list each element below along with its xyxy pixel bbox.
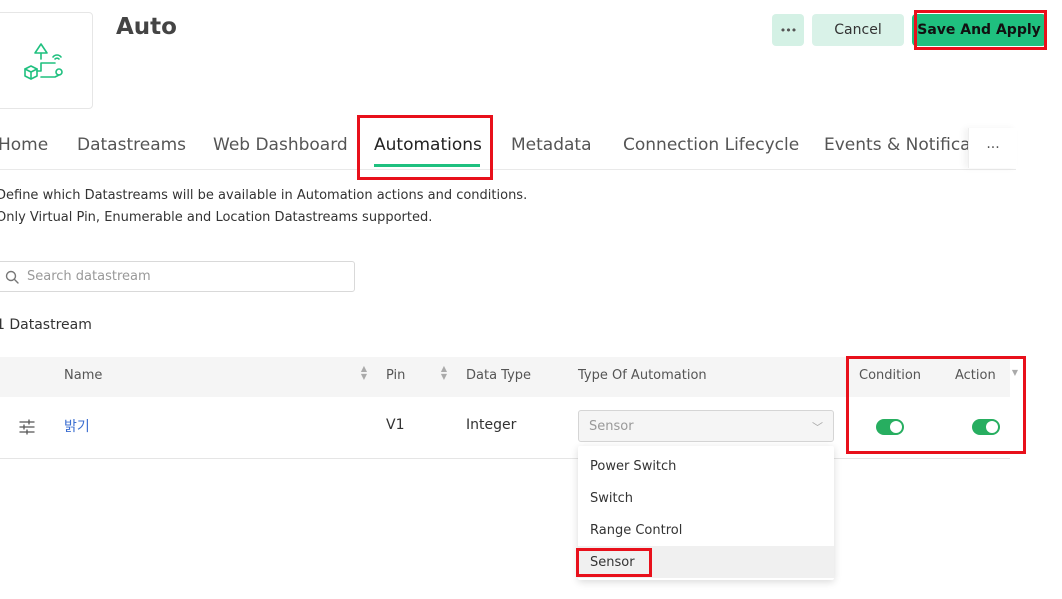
option-sensor[interactable]: Sensor — [578, 546, 834, 578]
datastream-name-link[interactable]: 밝기 — [64, 416, 90, 436]
action-toggle[interactable] — [972, 419, 1000, 435]
table-row: 밝기 V1 Integer Sensor ﹀ — [0, 397, 1010, 459]
column-header-action: Action — [955, 368, 996, 383]
search-input[interactable] — [25, 268, 329, 285]
type-of-automation-select[interactable]: Sensor ﹀ — [578, 410, 834, 442]
sliders-icon — [19, 419, 35, 435]
tab-datastreams[interactable]: Datastreams — [77, 135, 186, 155]
option-switch[interactable]: Switch — [578, 482, 834, 514]
option-power-switch[interactable]: Power Switch — [578, 450, 834, 482]
page-title: Auto — [116, 14, 177, 40]
tab-automations[interactable]: Automations — [374, 135, 482, 155]
condition-toggle[interactable] — [876, 419, 904, 435]
tab-home[interactable]: Home — [0, 135, 48, 155]
search-icon — [5, 270, 19, 284]
datastream-pin: V1 — [386, 417, 405, 433]
tab-events-notifications[interactable]: Events & Notificat — [824, 135, 977, 155]
filter-icon[interactable]: ▼ — [1011, 369, 1019, 377]
tabs-more-button[interactable]: ··· — [968, 128, 1017, 168]
column-header-type-of-automation: Type Of Automation — [578, 368, 707, 383]
select-value: Sensor — [589, 418, 634, 434]
product-automation-icon — [24, 43, 63, 80]
tab-bar: Home Datastreams Web Dashboard Automatio… — [0, 128, 1017, 170]
tab-metadata[interactable]: Metadata — [511, 135, 592, 155]
product-image[interactable] — [0, 12, 93, 109]
sort-pin-icon[interactable]: ▲ ▼ — [440, 365, 448, 381]
chevron-down-icon: ﹀ — [812, 421, 823, 434]
table-header: Name ▲ ▼ Pin ▲ ▼ Data Type Type Of Automat… — [0, 357, 1018, 397]
datastream-count: 1 Datastream — [0, 317, 92, 333]
column-header-condition: Condition — [859, 368, 922, 383]
datastream-data-type: Integer — [466, 417, 517, 433]
cancel-button[interactable]: Cancel — [812, 14, 904, 46]
tab-web-dashboard[interactable]: Web Dashboard — [213, 135, 348, 155]
option-range-control[interactable]: Range Control — [578, 514, 834, 546]
sort-name-icon[interactable]: ▲ ▼ — [360, 365, 368, 381]
description-line-1: Define which Datastreams will be availab… — [0, 188, 528, 203]
search-box[interactable] — [0, 261, 355, 292]
tab-connection-lifecycle[interactable]: Connection Lifecycle — [623, 135, 799, 155]
active-tab-indicator — [374, 164, 480, 167]
description-line-2: Only Virtual Pin, Enumerable and Locatio… — [0, 210, 433, 225]
column-header-pin[interactable]: Pin — [386, 368, 405, 383]
automation-type-dropdown: Power Switch Switch Range Control Sensor — [578, 446, 834, 580]
column-header-data-type: Data Type — [466, 368, 532, 383]
save-and-apply-button[interactable]: Save And Apply — [912, 14, 1046, 46]
more-options-button[interactable]: ••• — [772, 14, 804, 46]
column-header-name[interactable]: Name — [64, 368, 102, 383]
